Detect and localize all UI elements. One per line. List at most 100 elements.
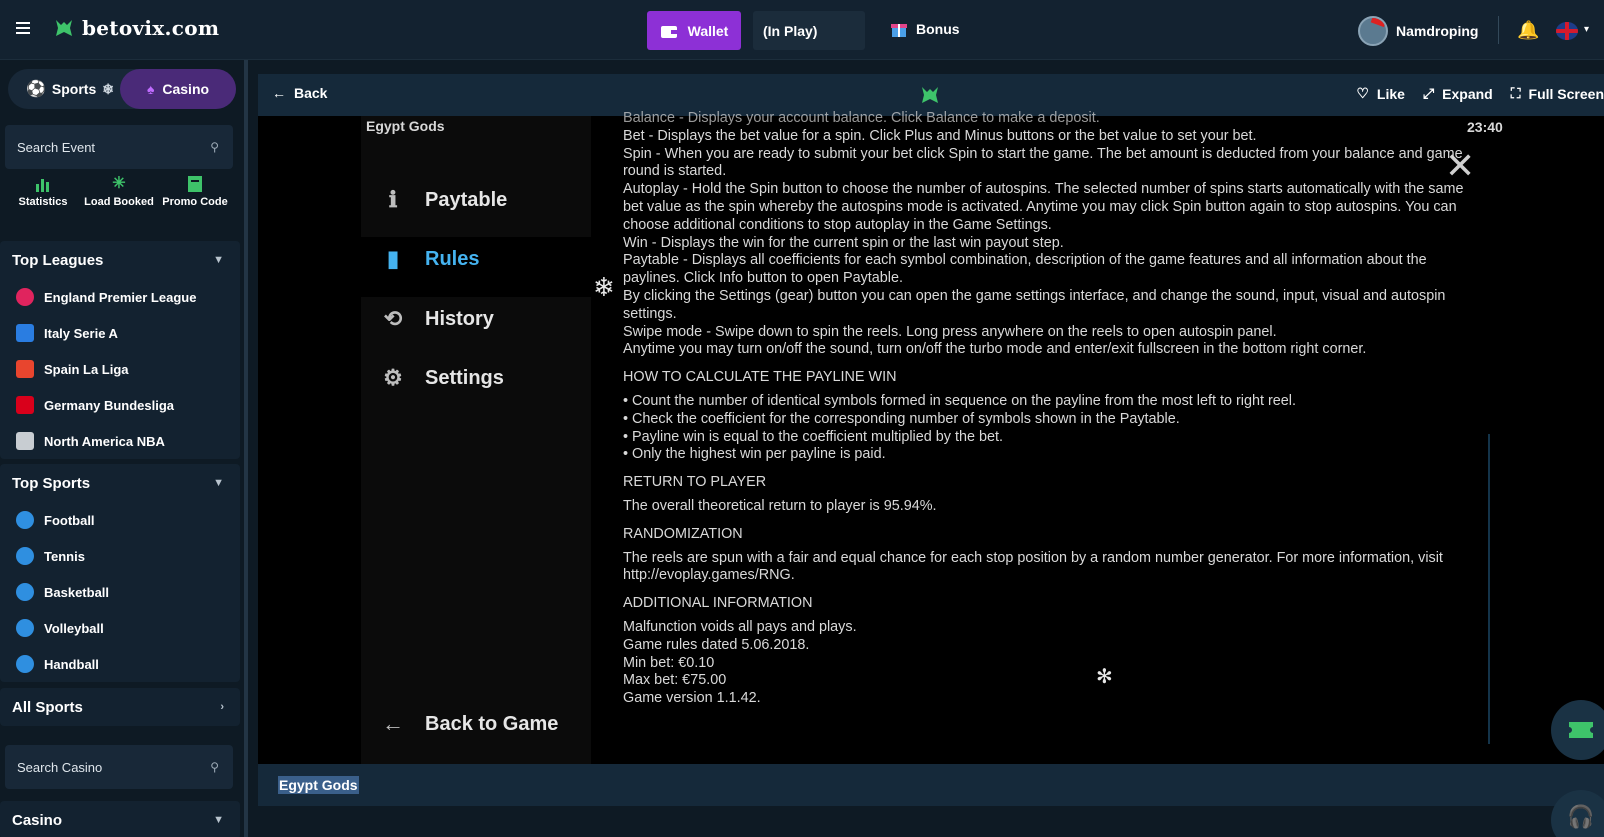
all-sports-header[interactable]: All Sports › xyxy=(0,688,240,726)
volleyball-icon xyxy=(16,619,34,637)
snowflake-icon: ✻ xyxy=(1096,666,1113,688)
tab-casino-label: Casino xyxy=(162,81,210,97)
sport-item-basketball[interactable]: Basketball xyxy=(0,574,240,610)
sport-item-football[interactable]: Football xyxy=(0,502,240,538)
rules-content: Balance - Displays your account balance.… xyxy=(623,110,1473,708)
nba-icon xyxy=(16,432,34,450)
rules-line: By clicking the Settings (gear) button y… xyxy=(623,287,1446,322)
top-leagues-header[interactable]: Top Leagues ▼ xyxy=(0,241,240,279)
uk-flag-icon[interactable] xyxy=(1556,22,1578,40)
back-button[interactable]: ← Back xyxy=(272,85,327,101)
league-item-north-america-nba[interactable]: North America NBA xyxy=(0,423,240,459)
menu-item-rules[interactable]: ▮ Rules xyxy=(381,246,480,271)
statistics-link[interactable]: Statistics xyxy=(7,176,79,238)
gear-icon: ⚙ xyxy=(383,365,403,390)
sport-label: Football xyxy=(44,512,95,528)
sport-label: Handball xyxy=(44,656,99,672)
user-menu[interactable]: Namdroping xyxy=(1358,16,1478,46)
league-item-germany-bundesliga[interactable]: Germany Bundesliga xyxy=(0,387,240,423)
rules-scrollbar[interactable] xyxy=(1488,434,1490,744)
search-casino-input[interactable]: Search Casino ⚲ xyxy=(5,745,233,789)
statistics-label: Statistics xyxy=(18,196,68,208)
back-to-game-button[interactable]: ← Back to Game xyxy=(381,711,558,736)
sport-label: Volleyball xyxy=(44,620,104,636)
la-liga-icon xyxy=(16,360,34,378)
search-event-placeholder: Search Event xyxy=(17,139,96,155)
game-toolbar-actions: ♡ Like ⤢ Expand ⛶ Full Screen xyxy=(1356,85,1604,102)
username: Namdroping xyxy=(1396,23,1479,39)
sidebar: ⚽ Sports ❄ ♠ Casino Search Event ⚲ Stati… xyxy=(0,60,242,837)
bundesliga-icon xyxy=(16,396,34,414)
sport-label: Basketball xyxy=(44,584,110,600)
fullscreen-icon: ⛶ xyxy=(1510,85,1521,101)
rules-line: Spin - When you are ready to submit your… xyxy=(623,145,1463,180)
rules-line: Bet - Displays the bet value for a spin.… xyxy=(623,127,1257,144)
rules-line: Autoplay - Hold the Spin button to choos… xyxy=(623,181,1464,233)
site-logo[interactable]: betovix.com xyxy=(52,16,219,40)
sport-item-handball[interactable]: Handball xyxy=(0,646,240,682)
book-icon: ▮ xyxy=(386,246,400,271)
load-booked-link[interactable]: ✳ Load Booked xyxy=(83,176,155,238)
randomization-heading: RANDOMIZATION xyxy=(623,525,743,542)
menu-item-history[interactable]: ⟲ History xyxy=(381,306,494,331)
like-label: Like xyxy=(1376,85,1405,102)
like-button[interactable]: ♡ Like xyxy=(1356,85,1405,102)
chevron-down-icon: ▼ xyxy=(213,477,224,489)
expand-icon: ⤢ xyxy=(1422,85,1435,101)
league-label: Germany Bundesliga xyxy=(44,397,175,413)
league-item-italy-serie-a[interactable]: Italy Serie A xyxy=(0,315,240,351)
additional-line: Min bet: €0.10 xyxy=(623,654,715,671)
avatar xyxy=(1358,16,1388,46)
league-item-england-premier-league[interactable]: England Premier League xyxy=(0,279,240,315)
additional-line: Max bet: €75.00 xyxy=(623,672,727,689)
game-title: Egypt Gods xyxy=(366,118,445,134)
spade-icon: ♠ xyxy=(146,81,155,97)
fullscreen-button[interactable]: ⛶ Full Screen xyxy=(1511,85,1604,102)
center-logo-icon xyxy=(918,83,942,112)
payline-item: • Payline win is equal to the coefficien… xyxy=(623,428,1003,445)
payline-item: • Count the number of identical symbols … xyxy=(623,392,1296,409)
wallet-button[interactable]: Wallet xyxy=(647,11,741,50)
top-leagues-panel: Top Leagues ▼ England Premier League Ita… xyxy=(0,241,240,459)
search-icon: ⚲ xyxy=(210,760,219,774)
bell-icon[interactable]: 🔔 xyxy=(1517,20,1539,41)
handball-icon xyxy=(16,655,34,673)
hamburger-menu-icon[interactable] xyxy=(16,22,30,34)
sport-item-volleyball[interactable]: Volleyball xyxy=(0,610,240,646)
promo-ticket-icon xyxy=(188,176,202,192)
rules-line: Anytime you may turn on/off the sound, t… xyxy=(623,341,1367,358)
league-label: North America NBA xyxy=(44,433,165,449)
sport-item-tennis[interactable]: Tennis xyxy=(0,538,240,574)
ticket-icon xyxy=(1569,722,1593,738)
all-sports-panel[interactable]: All Sports › xyxy=(0,688,240,726)
menu-item-paytable[interactable]: ℹ Paytable xyxy=(381,187,507,212)
bonus-button[interactable]: Bonus xyxy=(890,20,960,38)
betslip-ticket-button[interactable] xyxy=(1551,700,1604,760)
rules-line: Win - Displays the win for the current s… xyxy=(623,234,1064,251)
promo-code-link[interactable]: Promo Code xyxy=(159,176,231,238)
league-item-spain-la-liga[interactable]: Spain La Liga xyxy=(0,351,240,387)
tab-casino[interactable]: ♠ Casino xyxy=(120,69,236,109)
arrow-left-icon: ← xyxy=(272,85,286,101)
quick-links: Statistics ✳ Load Booked Promo Code xyxy=(5,176,233,238)
search-event-input[interactable]: Search Event ⚲ xyxy=(5,125,233,169)
expand-button[interactable]: ⤢ Expand xyxy=(1423,85,1493,102)
top-sports-header[interactable]: Top Sports ▼ xyxy=(0,464,240,502)
snowflake-icon: ❄ xyxy=(593,272,615,302)
tab-sports[interactable]: ⚽ Sports ❄ xyxy=(26,79,114,99)
payline-item: • Only the highest win per payline is pa… xyxy=(623,446,886,463)
tennis-icon xyxy=(16,547,34,565)
menu-item-settings[interactable]: ⚙ Settings xyxy=(381,365,504,390)
casino-header[interactable]: Casino ▼ xyxy=(0,801,240,837)
sidebar-scrollbar[interactable] xyxy=(244,60,248,837)
in-play-balance[interactable]: (In Play) xyxy=(753,11,865,50)
chevron-down-icon[interactable]: ▾ xyxy=(1584,24,1589,35)
premier-league-icon xyxy=(16,288,34,306)
history-clock-icon: ⟲ xyxy=(383,306,403,331)
snowflake-icon: ❄ xyxy=(102,80,114,97)
loading-icon: ✳ xyxy=(112,175,126,192)
casino-panel[interactable]: Casino ▼ xyxy=(0,801,240,837)
fullscreen-label: Full Screen xyxy=(1528,85,1604,102)
payline-heading: HOW TO CALCULATE THE PAYLINE WIN xyxy=(623,369,897,386)
chevron-down-icon: ▼ xyxy=(213,254,224,266)
